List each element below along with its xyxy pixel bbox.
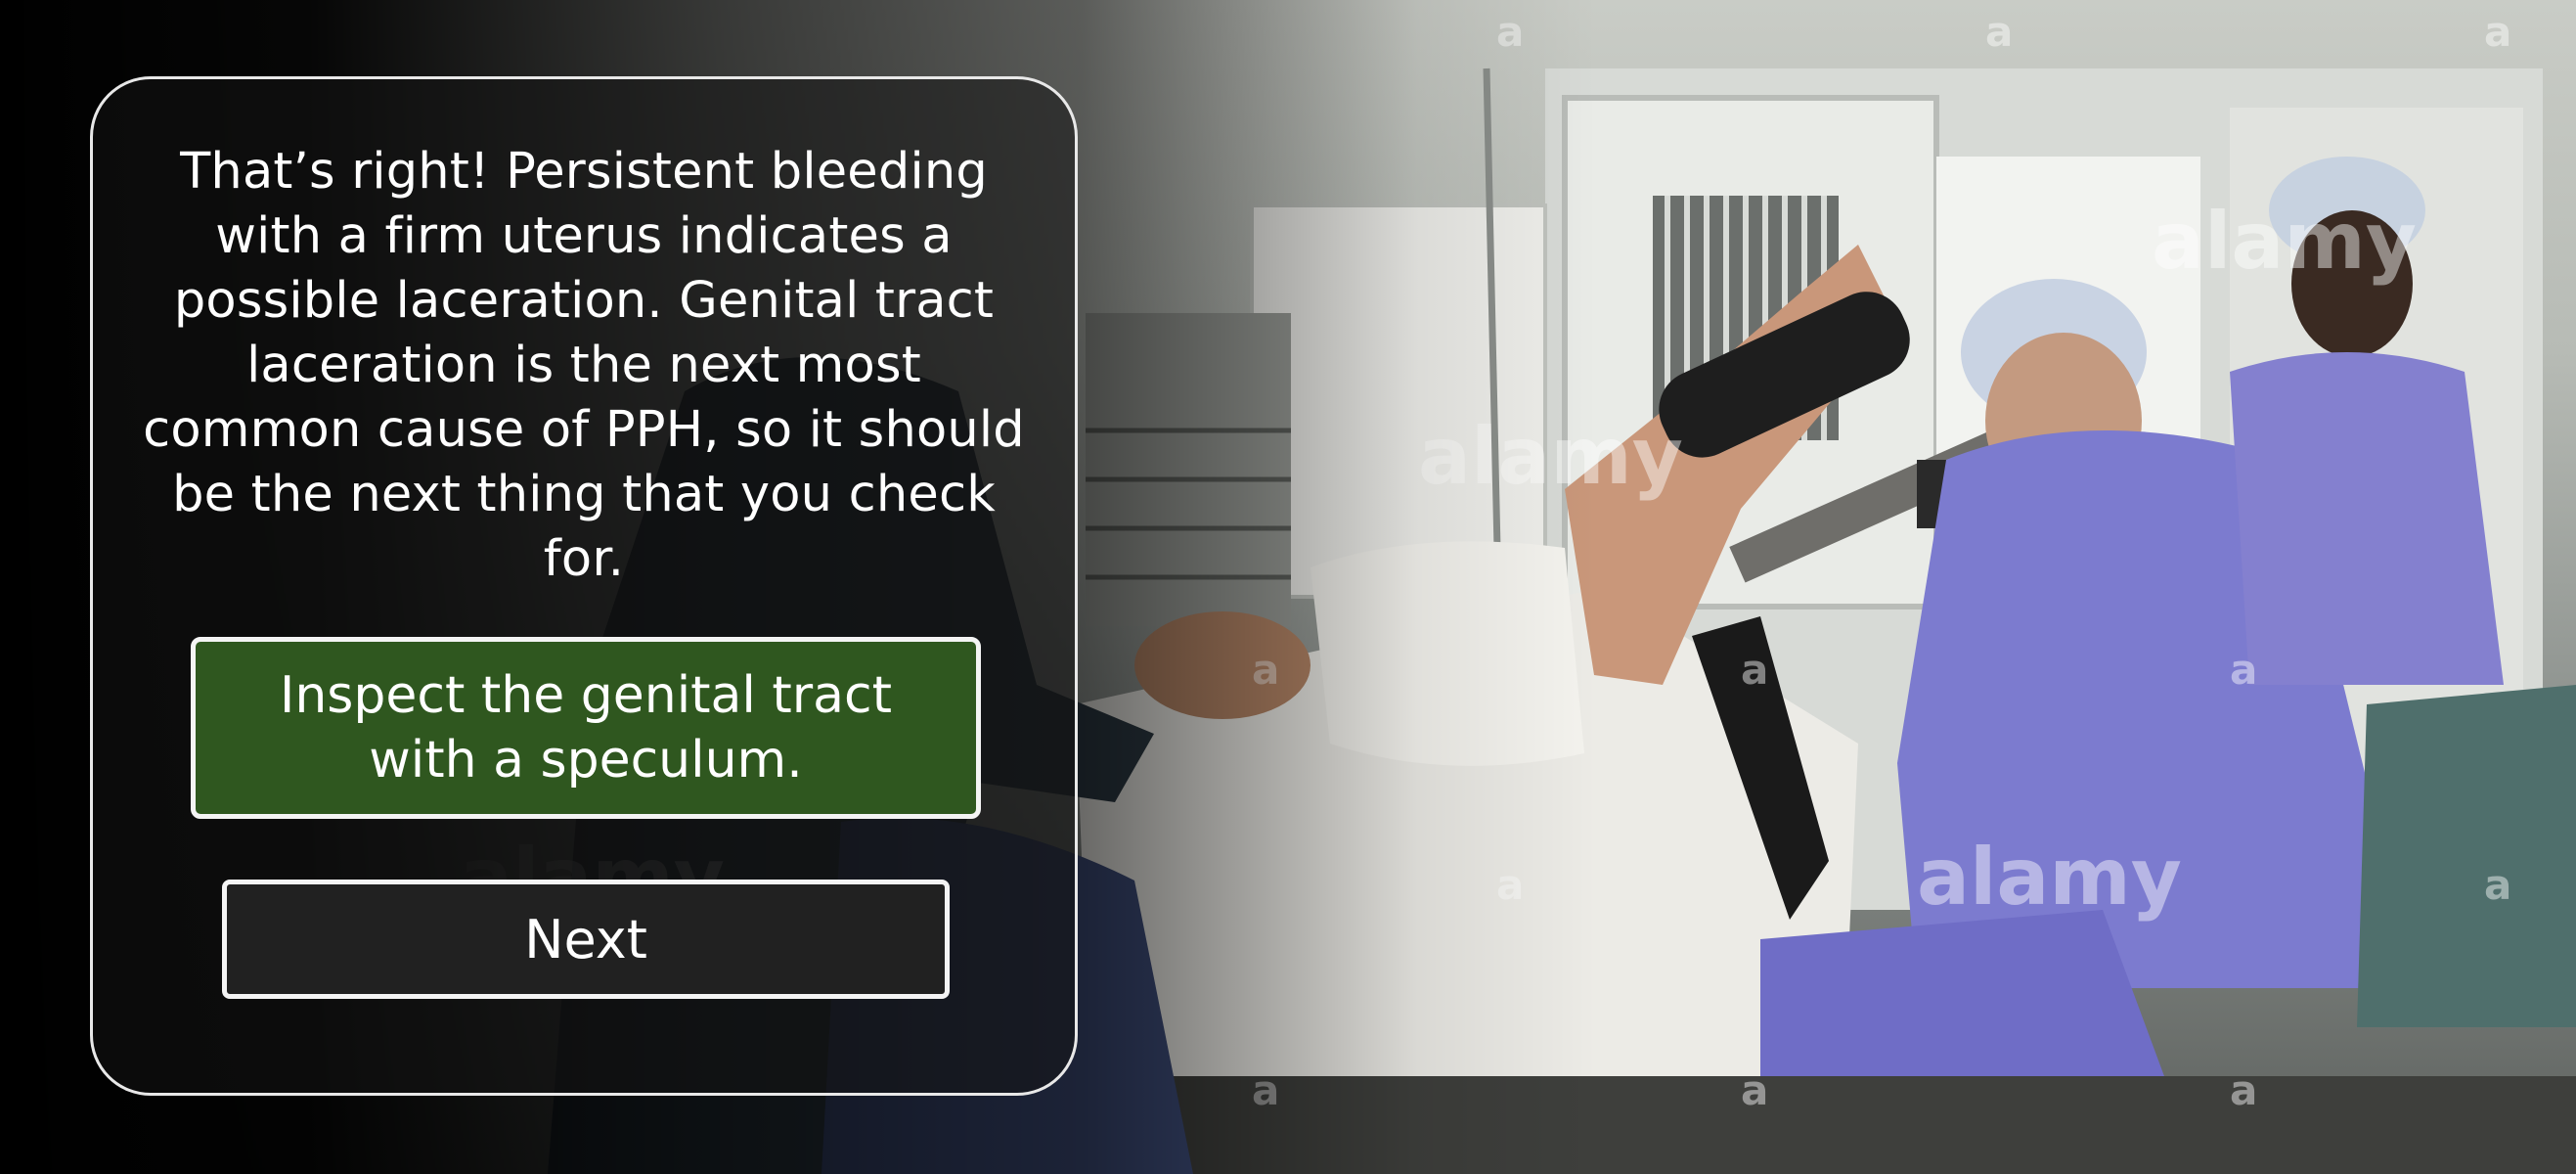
feedback-dialog: That’s right! Persistent bleeding with a… (90, 76, 1078, 1096)
selected-answer-button[interactable]: Inspect the genital tract with a speculu… (191, 637, 981, 819)
selected-answer-label: Inspect the genital tract with a speculu… (279, 666, 892, 790)
next-button-label: Next (524, 908, 647, 971)
next-button[interactable]: Next (222, 880, 950, 999)
feedback-text: That’s right! Persistent bleeding with a… (143, 143, 1025, 588)
scenario-screen: alamy alamy alamy alamy a a a a a a a a … (0, 0, 2576, 1174)
